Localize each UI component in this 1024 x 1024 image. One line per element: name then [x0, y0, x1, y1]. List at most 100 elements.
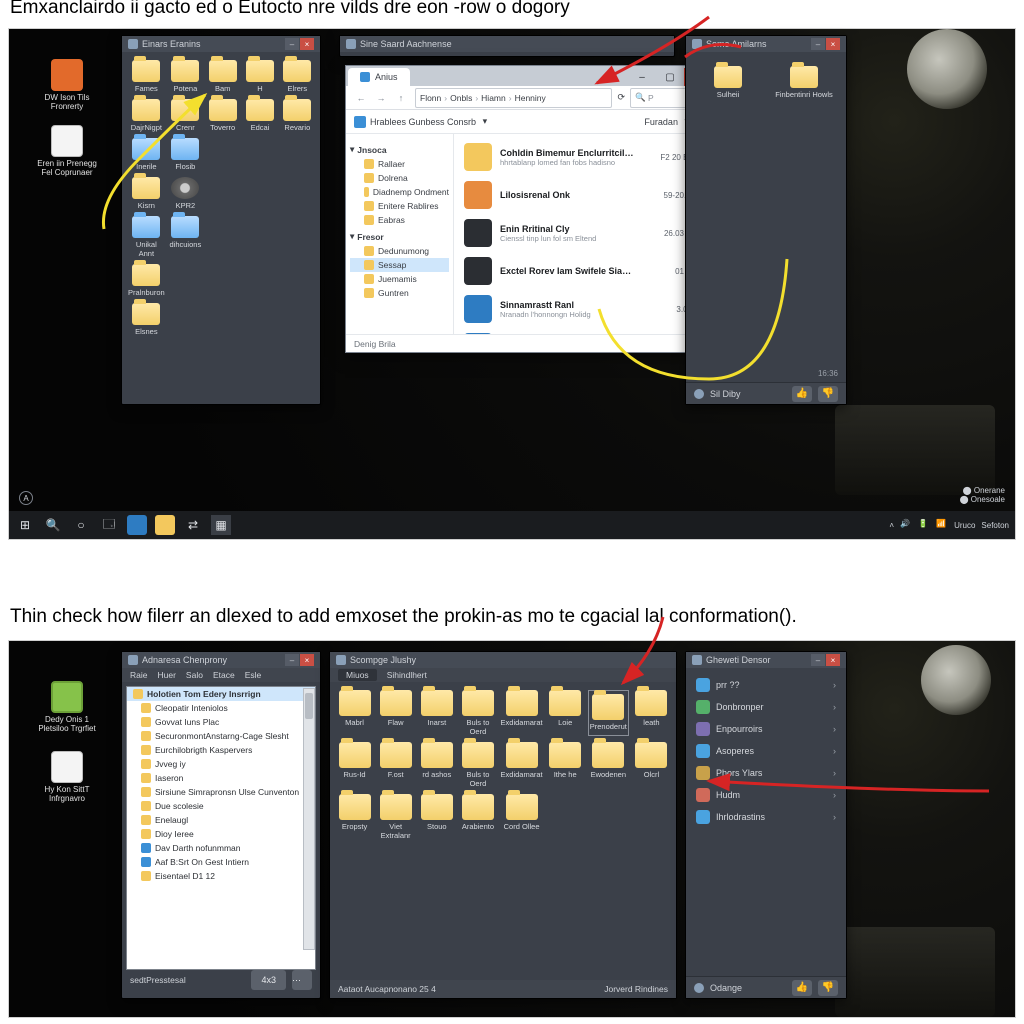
file-row[interactable]: Lilosisrenal Onk59-20.00 fo — [454, 176, 714, 214]
file-row[interactable]: Enin Rritinal ClyCienssl tinp lun fol sm… — [454, 214, 714, 252]
desktop-icon-2[interactable]: Hy Kon SittT Infrgnavro — [37, 751, 97, 804]
tree-row[interactable]: Govvat Iuns Plac — [127, 715, 315, 729]
forward-button[interactable]: → — [372, 89, 390, 107]
sidebar-item[interactable]: Diadnemp Ondment — [350, 185, 449, 199]
thumbs-up-button[interactable]: 👍 — [792, 980, 812, 996]
folder-item[interactable]: dihcuions — [169, 216, 202, 258]
folder-item[interactable]: Buls to Oerd — [459, 742, 496, 788]
tab[interactable]: Miuos — [338, 669, 377, 681]
thumbs-up-button[interactable]: 👍 — [792, 386, 812, 402]
folder-item[interactable]: Bam — [206, 60, 239, 93]
scroll-thumb[interactable] — [305, 693, 313, 719]
nav-item[interactable]: Donbronper› — [692, 696, 840, 718]
search-button[interactable]: 🔍 — [43, 515, 63, 535]
scrollbar[interactable] — [303, 688, 315, 950]
folder-item[interactable]: Kisrn — [128, 177, 165, 210]
folder-item[interactable]: Buls to Oerd — [459, 690, 496, 736]
minimize-button[interactable]: – — [628, 68, 656, 86]
sidebar-group[interactable]: ▾Fresor — [350, 231, 449, 242]
titlebar[interactable]: Some Amilarns – × — [686, 36, 846, 52]
folder-item[interactable]: H — [243, 60, 276, 93]
folder-item[interactable]: Potena — [169, 60, 202, 93]
sidebar-item[interactable]: Dolrena — [350, 171, 449, 185]
sidebar-item[interactable]: Guntren — [350, 286, 449, 300]
task-view-button[interactable]: ○ — [71, 515, 91, 535]
crumb[interactable]: Flonn — [420, 93, 441, 103]
desktop-icon-1[interactable]: Dedy Onis 1 Pletsiloo Trgrfiet — [37, 681, 97, 734]
tree-row[interactable]: Dioy Ieree — [127, 827, 315, 841]
nav-item[interactable]: Phors Ylars› — [692, 762, 840, 784]
folder-item[interactable]: Elrers — [281, 60, 314, 93]
minimize-button[interactable]: – — [811, 654, 825, 666]
tree-row[interactable]: Sirsiune Simrapronsn Ulse Cunventon — [127, 785, 315, 799]
nav-item[interactable]: Ihrlodrastins› — [692, 806, 840, 828]
crumb[interactable]: Onbls — [450, 93, 472, 103]
taskbar-app-explorer[interactable] — [155, 515, 175, 535]
folder-item[interactable]: Cord Ollee — [501, 794, 543, 840]
nav-item[interactable]: Enpourroirs› — [692, 718, 840, 740]
tree-row[interactable]: Eisentael D1 12 — [127, 869, 315, 883]
sidebar-item[interactable]: Eabras — [350, 213, 449, 227]
tray-icon[interactable]: 🔋 — [918, 519, 930, 531]
folder-item[interactable]: Mabrl — [336, 690, 373, 736]
titlebar[interactable]: Gheweti Densor – × — [686, 652, 846, 668]
menu-item[interactable]: Raie — [130, 670, 147, 680]
close-button[interactable]: × — [300, 38, 314, 50]
titlebar[interactable]: Einars Eranins – × — [122, 36, 320, 52]
nav-item[interactable]: Asoperes› — [692, 740, 840, 762]
folder-item[interactable]: Sulheii — [692, 66, 764, 99]
folder-item[interactable]: Finbentinri Howls — [768, 66, 840, 99]
folder-item[interactable]: Eropsty — [336, 794, 373, 840]
minimize-button[interactable]: – — [285, 38, 299, 50]
folder-item[interactable]: KPR2 — [169, 177, 202, 210]
sidebar-item[interactable]: Enitere Rablires — [350, 199, 449, 213]
taskbar-app-active[interactable]: ▦ — [211, 515, 231, 535]
desktop-icon-1[interactable]: DW Ison Tils Fronrerty — [37, 59, 97, 112]
taskbar-app[interactable]: 🗔 — [99, 515, 119, 535]
folder-item[interactable]: Inarst — [418, 690, 455, 736]
breadcrumb[interactable]: Flonn› Onbls› Hiamn› Henniny — [415, 88, 612, 108]
sidebar-item[interactable]: Rallaer — [350, 157, 449, 171]
folder-item[interactable]: Toverro — [206, 99, 239, 132]
ribbon-button[interactable]: Hrablees Gunbess Consrb ▾ — [354, 116, 487, 128]
folder-item[interactable]: DajrNigpt — [128, 99, 165, 132]
start-button[interactable]: ⊞ — [15, 515, 35, 535]
desktop-icon-2[interactable]: Eren iin Prenegg Fel Coprunaer — [37, 125, 97, 178]
sidebar-item[interactable]: Sessap — [350, 258, 449, 272]
tree-row[interactable]: Dav Darth nofunmman — [127, 841, 315, 855]
sidebar-item[interactable]: Juemamis — [350, 272, 449, 286]
folder-item[interactable]: Flosib — [169, 138, 202, 171]
titlebar[interactable]: Adnaresa Chenprony – × — [122, 652, 320, 668]
folder-item[interactable]: Unikal Annt — [128, 216, 165, 258]
tray-icon[interactable]: 🔊 — [900, 519, 912, 531]
folder-item[interactable]: F.ost — [377, 742, 414, 788]
tray-chevron-icon[interactable]: ˄ — [889, 521, 894, 530]
thumbs-down-button[interactable]: 👎 — [818, 980, 838, 996]
menu-item[interactable]: Esle — [245, 670, 262, 680]
folder-item[interactable]: leath — [633, 690, 670, 736]
file-row[interactable]: Exctel Rorev Iam Swifele Sianbamet01 00 … — [454, 252, 714, 290]
folder-item[interactable]: Elsnes — [128, 303, 165, 336]
tray-icon[interactable]: 📶 — [936, 519, 948, 531]
file-row[interactable]: Cohldin Bimemur Enclurritcil Com Solalsh… — [454, 138, 714, 176]
nav-item[interactable]: Hudm› — [692, 784, 840, 806]
sidebar-group[interactable]: ▾Jnsoca — [350, 144, 449, 155]
folder-item[interactable]: Crenr — [169, 99, 202, 132]
up-button[interactable]: ↑ — [392, 89, 410, 107]
folder-item[interactable]: Loie — [547, 690, 584, 736]
folder-item[interactable]: Arabiento — [459, 794, 496, 840]
taskbar-app[interactable]: ⇄ — [183, 515, 203, 535]
menu-item[interactable]: Etace — [213, 670, 235, 680]
ribbon-button[interactable]: Furadan ▾ — [644, 116, 689, 127]
folder-item[interactable]: Prenoderut — [588, 690, 629, 736]
folder-item[interactable]: Ithe he — [547, 742, 584, 788]
explorer-tab[interactable]: Anius — [348, 68, 410, 86]
close-button[interactable]: × — [826, 654, 840, 666]
maximize-button[interactable]: ▢ — [656, 68, 684, 86]
tree-row[interactable]: Due scolesie — [127, 799, 315, 813]
folder-item[interactable]: Exdidamarat — [501, 690, 543, 736]
folder-item[interactable]: Ewodenen — [588, 742, 629, 788]
menu-item[interactable]: Huer — [157, 670, 175, 680]
folder-item[interactable]: rd ashos — [418, 742, 455, 788]
folder-item[interactable]: Revario — [281, 99, 314, 132]
